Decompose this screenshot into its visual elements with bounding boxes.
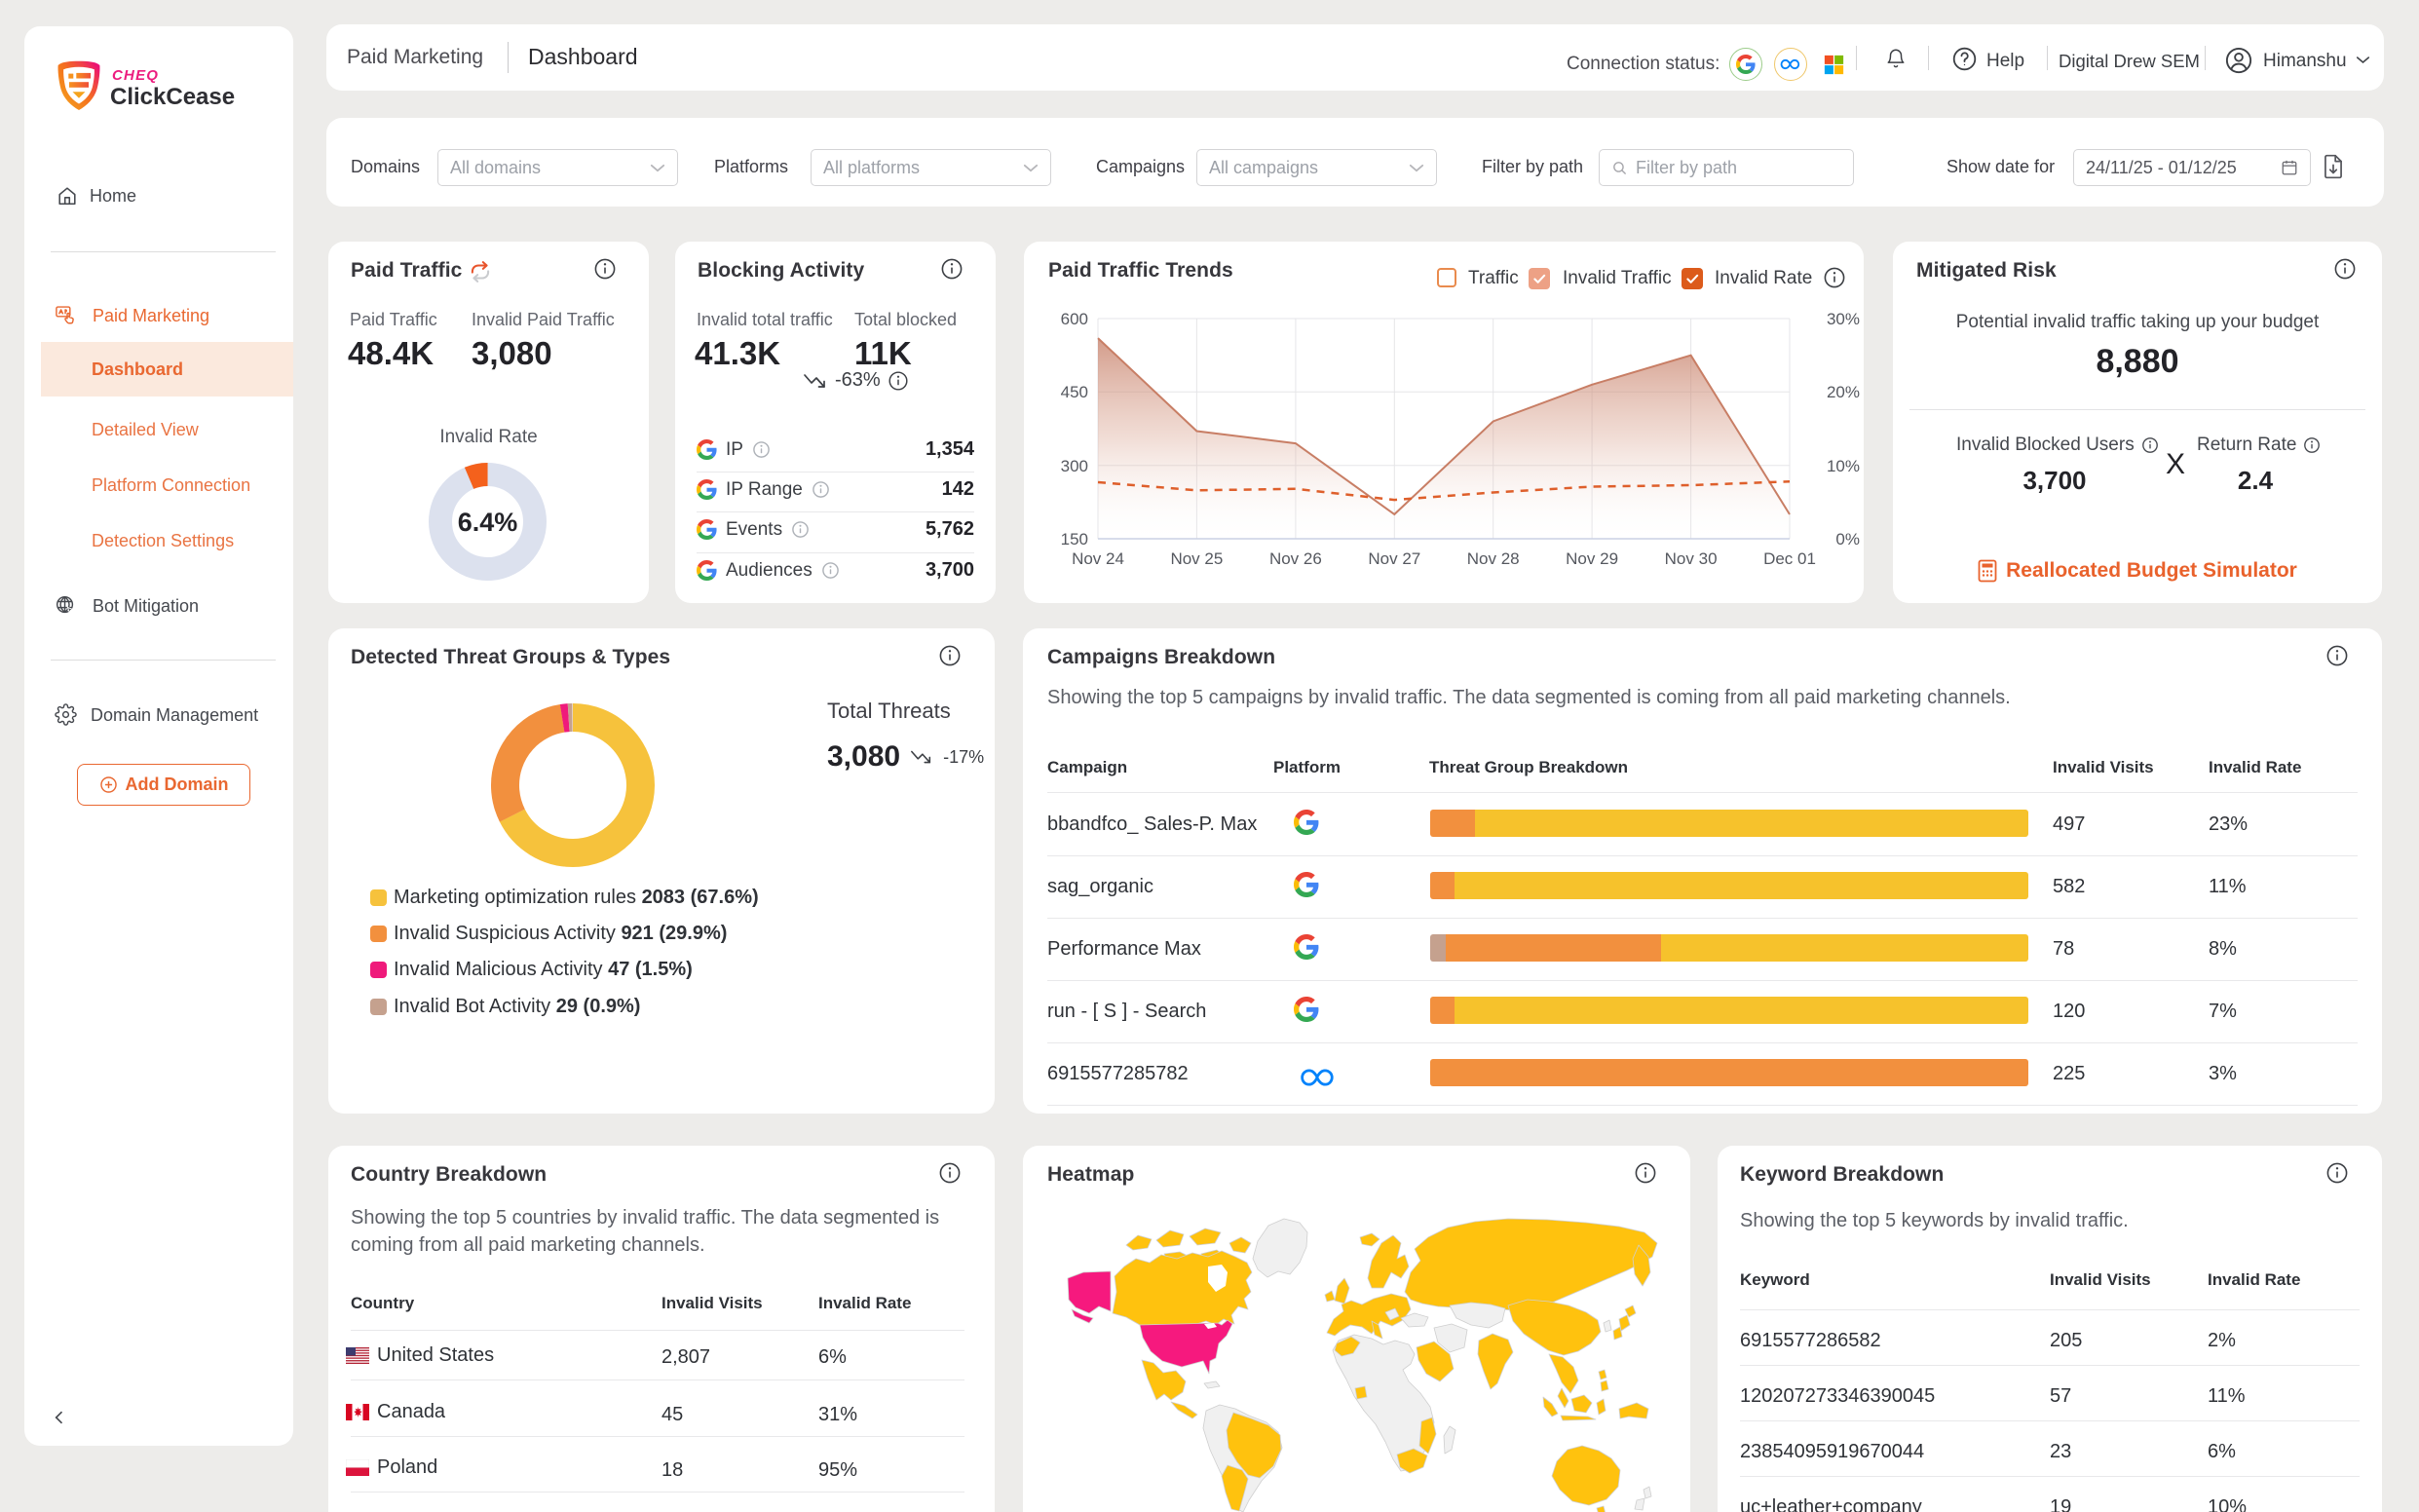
- svg-text:300: 300: [1061, 457, 1088, 475]
- svg-text:Nov 25: Nov 25: [1170, 549, 1223, 568]
- svg-text:Nov 26: Nov 26: [1269, 549, 1322, 568]
- svg-text:10%: 10%: [1827, 457, 1860, 475]
- svg-text:30%: 30%: [1827, 310, 1860, 328]
- svg-text:20%: 20%: [1827, 383, 1860, 401]
- svg-text:450: 450: [1061, 383, 1088, 401]
- svg-text:Dec 01: Dec 01: [1763, 549, 1816, 568]
- svg-text:0%: 0%: [1835, 530, 1860, 548]
- svg-text:6.4%: 6.4%: [458, 508, 518, 537]
- svg-text:Nov 30: Nov 30: [1665, 549, 1718, 568]
- svg-text:600: 600: [1061, 310, 1088, 328]
- svg-text:150: 150: [1061, 530, 1088, 548]
- svg-text:Nov 24: Nov 24: [1072, 549, 1124, 568]
- svg-text:Nov 27: Nov 27: [1368, 549, 1420, 568]
- svg-text:Nov 29: Nov 29: [1566, 549, 1618, 568]
- svg-text:Nov 28: Nov 28: [1467, 549, 1520, 568]
